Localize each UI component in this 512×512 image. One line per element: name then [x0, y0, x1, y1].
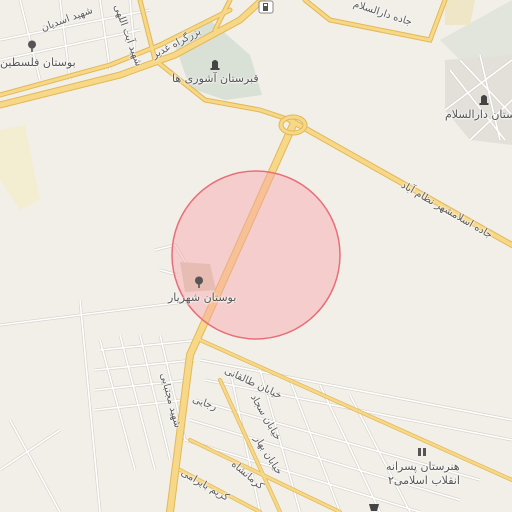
- tomb-icon: [209, 58, 221, 70]
- label-bostan-shahriar: بوستان شهریار: [168, 291, 237, 304]
- label-school-line2: انقلاب اسلامی۲: [388, 474, 460, 487]
- selection-radius-circle[interactable]: [171, 170, 341, 340]
- tree-icon: [26, 40, 38, 52]
- fuel-station-icon[interactable]: [258, 0, 274, 14]
- label-bostan-felestin: بوستان فلسطین: [0, 56, 76, 69]
- label-bostan-darossalam: بوستان دارالسلام: [445, 108, 512, 121]
- label-qabrestan-ashouri: قبرستان آشوری ها: [172, 72, 259, 85]
- tree-icon: [193, 276, 205, 288]
- tomb-icon: [478, 93, 490, 105]
- label-school-line1: هنرستان پسرانه: [386, 460, 460, 473]
- basket-icon: [368, 500, 380, 512]
- sand-area: [445, 0, 475, 25]
- map-view[interactable]: بوستان شهریار قبرستان آشوری ها بوستان دا…: [0, 0, 512, 512]
- dotted-area-w: [0, 125, 40, 210]
- school-icon: [416, 446, 428, 458]
